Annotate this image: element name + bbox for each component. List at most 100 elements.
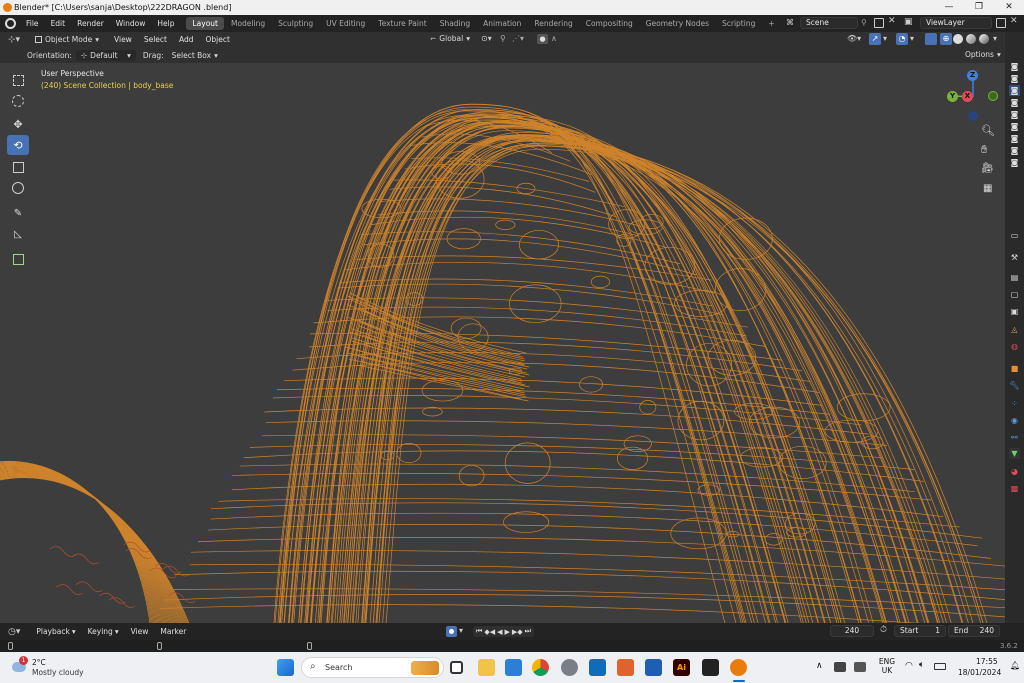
properties-data-icon[interactable]: ▼ <box>1009 448 1020 459</box>
settings-icon[interactable] <box>561 659 578 676</box>
new-view-layer-icon[interactable] <box>996 18 1006 28</box>
material-shading-icon[interactable] <box>966 34 976 44</box>
editor-type-icon[interactable]: ⊹▾ <box>8 35 24 45</box>
tab-sculpting[interactable]: Sculpting <box>272 17 319 30</box>
current-frame-field[interactable]: 240 <box>830 625 874 637</box>
properties-particles-icon[interactable]: ⁘ <box>1009 398 1020 409</box>
paint-app-icon[interactable] <box>617 659 634 676</box>
outliner-camera-icon-2[interactable]: ◙ <box>1009 73 1020 84</box>
tab-layout[interactable]: Layout <box>186 17 224 30</box>
tab-geometry-nodes[interactable]: Geometry Nodes <box>640 17 715 30</box>
tab-texture-paint[interactable]: Texture Paint <box>372 17 432 30</box>
next-keyframe-icon[interactable]: ▶◆ <box>512 628 523 636</box>
end-frame-field[interactable]: End 240 <box>948 625 1000 637</box>
shading-menu-icon[interactable]: ▾ <box>993 34 997 43</box>
play-reverse-icon[interactable]: ◀ <box>497 628 502 636</box>
overlays-toggle-icon[interactable]: ◔ <box>896 33 908 45</box>
tab-modeling[interactable]: Modeling <box>225 17 271 30</box>
illustrator-icon[interactable]: Ai <box>673 659 690 676</box>
blender-taskbar-icon[interactable] <box>730 659 747 676</box>
gizmo-menu-icon[interactable]: ▾ <box>883 34 887 43</box>
outlook-icon[interactable] <box>589 659 606 676</box>
scene-selector[interactable]: Scene <box>800 17 858 29</box>
start-frame-field[interactable]: Start 1 <box>894 625 946 637</box>
view-layer-selector[interactable]: ViewLayer <box>920 17 992 29</box>
properties-tool-settings-icon[interactable]: ⚒ <box>1009 252 1020 263</box>
add-cube-tool[interactable] <box>7 249 29 269</box>
outliner-camera-icon-6[interactable]: ◙ <box>1009 121 1020 132</box>
maximize-button[interactable]: ❐ <box>964 0 994 15</box>
gizmo-toggle-icon[interactable]: ↗ <box>869 33 881 45</box>
menu-edit[interactable]: Edit <box>45 19 72 28</box>
camera-view-icon[interactable]: 🎥︎ <box>981 163 994 174</box>
auto-keying-button[interactable] <box>446 626 457 637</box>
properties-scene-icon[interactable]: ◬ <box>1009 324 1020 335</box>
tray-chevron-up-icon[interactable]: ∧ <box>816 661 823 671</box>
properties-view-layer-icon[interactable]: ▣ <box>1009 306 1020 317</box>
tray-app-icon-1[interactable] <box>834 662 846 672</box>
properties-output-icon[interactable]: ▢ <box>1009 289 1020 300</box>
menu-view[interactable]: View <box>108 35 138 44</box>
properties-texture-icon[interactable]: ▩ <box>1009 483 1020 494</box>
tab-compositing[interactable]: Compositing <box>580 17 639 30</box>
menu-timeline-view[interactable]: View <box>125 627 155 636</box>
battery-icon[interactable] <box>934 663 946 670</box>
proportional-editing-icon[interactable]: ● <box>537 34 548 44</box>
zoom-icon[interactable]: 🔍︎ <box>981 124 995 137</box>
gizmo-x-axis[interactable]: X <box>962 91 973 102</box>
blender-menu-icon[interactable] <box>5 18 16 29</box>
properties-material-icon[interactable]: ◕ <box>1009 466 1020 477</box>
delete-scene-icon[interactable]: ✕ <box>888 16 896 26</box>
whiteboard-icon[interactable] <box>645 659 662 676</box>
xray-toggle-icon[interactable] <box>925 33 937 45</box>
snap-target-icon[interactable]: ⋰▾ <box>512 34 524 43</box>
menu-playback[interactable]: Playback ▾ <box>30 627 81 636</box>
outliner-camera-icon-7[interactable]: ◙ <box>1009 133 1020 144</box>
object-mode-dropdown[interactable]: Object Mode ▾ <box>30 34 104 45</box>
gizmo-neg-z-axis[interactable] <box>968 111 978 121</box>
properties-object-icon[interactable]: ■ <box>1009 363 1020 374</box>
properties-constraints-icon[interactable]: ⚯ <box>1009 432 1020 443</box>
outliner-camera-icon-5[interactable]: ◙ <box>1009 109 1020 120</box>
menu-keying[interactable]: Keying ▾ <box>82 627 125 636</box>
menu-add[interactable]: Add <box>173 35 200 44</box>
task-view-icon[interactable] <box>450 661 463 674</box>
preview-range-icon[interactable]: ⏱ <box>880 625 887 635</box>
orientation-dropdown[interactable]: ⊹ Default ▾ <box>75 49 136 61</box>
menu-window[interactable]: Window <box>110 19 152 28</box>
clock-date[interactable]: 18/01/2024 <box>958 668 1001 677</box>
wifi-icon[interactable]: ◠ <box>905 661 913 671</box>
outliner-camera-icon-9[interactable]: ◙ <box>1009 157 1020 168</box>
taskbar-search-box[interactable]: ⌕ Search <box>301 657 444 678</box>
jump-start-icon[interactable]: ⏮ <box>476 627 482 636</box>
overlays-menu-icon[interactable]: ▾ <box>910 34 914 43</box>
gizmo-neg-y-axis[interactable] <box>988 91 998 101</box>
play-icon[interactable]: ▶ <box>504 628 509 636</box>
menu-select[interactable]: Select <box>138 35 173 44</box>
pin-scene-icon[interactable]: ⚲ <box>861 18 867 27</box>
measure-tool[interactable]: ◺ <box>7 224 29 244</box>
delete-view-layer-icon[interactable]: ✕ <box>1010 16 1018 26</box>
properties-tool-icon[interactable]: ▭ <box>1009 230 1020 241</box>
timeline-editor-type-icon[interactable]: ◷▾ <box>8 627 20 637</box>
options-dropdown[interactable]: Options ▾ <box>960 49 1006 60</box>
menu-file[interactable]: File <box>20 19 45 28</box>
keying-menu-icon[interactable]: ▾ <box>459 626 463 635</box>
outliner-camera-icon-8[interactable]: ◙ <box>1009 145 1020 156</box>
tab-scripting[interactable]: Scripting <box>716 17 761 30</box>
pan-hand-icon[interactable]: ✋︎ <box>981 143 987 157</box>
new-scene-icon[interactable] <box>874 18 884 28</box>
falloff-icon[interactable]: ∧ <box>551 34 557 43</box>
3d-viewport[interactable]: User Perspective (240) Scene Collection … <box>0 63 1005 623</box>
sticky-notes-icon[interactable] <box>702 659 719 676</box>
clock-time[interactable]: 17:55 <box>976 657 998 666</box>
wireframe-shading-icon[interactable]: ⊕ <box>940 33 952 45</box>
microsoft-store-icon[interactable] <box>505 659 522 676</box>
view-layer-icon[interactable]: ▣ <box>904 17 913 27</box>
drag-dropdown[interactable]: Select Box ▾ <box>167 50 223 61</box>
tab-uv-editing[interactable]: UV Editing <box>320 17 371 30</box>
minimize-button[interactable]: — <box>934 0 964 15</box>
move-tool[interactable]: ✥ <box>7 114 29 134</box>
solid-shading-icon[interactable] <box>953 34 963 44</box>
gizmo-z-axis[interactable]: Z <box>967 70 978 81</box>
